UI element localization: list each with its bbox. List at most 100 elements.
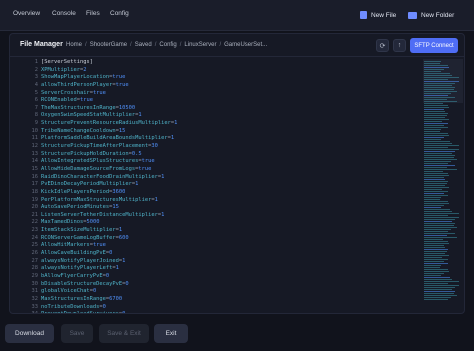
- config-key: AllowHitMarkers: [41, 242, 90, 249]
- minimap-line: [424, 91, 457, 93]
- minimap-line: [424, 65, 449, 67]
- minimap-line: [424, 155, 455, 157]
- new-folder-button[interactable]: New Folder: [408, 8, 454, 22]
- config-key: AllowIntegratedSPlusStructures: [41, 158, 139, 165]
- code-line[interactable]: MaxStructuresInRange=6700: [41, 296, 421, 304]
- code-line[interactable]: alwaysNotifyPlayerLeft=1: [41, 265, 421, 273]
- minimap-line: [424, 179, 446, 181]
- config-value: 1: [174, 120, 178, 127]
- code-line[interactable]: PvEDinoDecayPeriodMultiplier=1: [41, 181, 421, 189]
- code-editor[interactable]: 1 2 3 4 5 6 7 8 9 10 11 12 13 14 15 16 17 18 19 20 21 22 23 24 2…: [18, 59, 422, 313]
- breadcrumb-home[interactable]: Home: [66, 42, 82, 48]
- config-value: 15: [112, 204, 119, 211]
- breadcrumb-config[interactable]: Config: [159, 42, 176, 48]
- minimap-line: [424, 285, 459, 287]
- code-line[interactable]: KickIdlePlayersPeriod=3600: [41, 189, 421, 197]
- code-line[interactable]: ServerCrosshair=true: [41, 90, 421, 98]
- code-line[interactable]: PerPlatformMaxStructuresMultiplier=1: [41, 197, 421, 205]
- minimap-line: [424, 267, 440, 269]
- code-line[interactable]: allowThirdPersonPlayer=true: [41, 82, 421, 90]
- code-line[interactable]: AllowHitMarkers=true: [41, 242, 421, 250]
- minimap-line: [424, 117, 445, 119]
- file-icon: [360, 11, 367, 19]
- code-line[interactable]: StructurePickupTimeAfterPlacement=30: [41, 143, 421, 151]
- code-line[interactable]: StructurePickupHoldDuration=0.5: [41, 151, 421, 159]
- refresh-button[interactable]: ⟳: [376, 39, 389, 52]
- minimap-line: [424, 163, 449, 165]
- line-number: 24: [31, 234, 39, 241]
- config-value: 1: [122, 257, 126, 264]
- line-number: 11: [31, 135, 39, 142]
- minimap-line: [424, 81, 459, 83]
- save-button[interactable]: Save: [61, 324, 93, 343]
- code-line[interactable]: AllowIntegratedSPlusStructures=true: [41, 158, 421, 166]
- code-line[interactable]: ShowMapPlayerLocation=true: [41, 74, 421, 82]
- config-value: 30: [151, 143, 158, 150]
- minimap-line: [424, 299, 449, 301]
- minimap-line: [424, 187, 449, 189]
- code-line[interactable]: TheMaxStructuresInRange=10500: [41, 105, 421, 113]
- minimap-line: [424, 251, 447, 253]
- code-content[interactable]: [ServerSettings] XPMultiplier=2 ShowMapPla…: [41, 59, 421, 313]
- minimap-line: [424, 215, 449, 217]
- minimap-line: [424, 101, 457, 103]
- minimap-line: [424, 269, 449, 271]
- save-and-exit-button[interactable]: Save & Exit: [99, 324, 149, 343]
- tab-files[interactable]: Files: [86, 10, 100, 17]
- code-line[interactable]: noTributeDownloads=0: [41, 304, 421, 312]
- minimap-line: [424, 221, 452, 223]
- code-line[interactable]: [ServerSettings]: [41, 59, 421, 67]
- minimap-line: [424, 293, 454, 295]
- minimap-line: [424, 257, 442, 259]
- code-line[interactable]: ItemStackSizeMultiplier=1: [41, 227, 421, 235]
- code-line[interactable]: MaxTamedDinos=5000: [41, 219, 421, 227]
- editor-minimap[interactable]: [423, 59, 463, 313]
- code-line[interactable]: TribeNameChangeCooldown=15: [41, 128, 421, 136]
- config-key: MaxStructuresInRange: [41, 295, 106, 302]
- breadcrumb-current-file: GameUserSet...: [224, 42, 268, 48]
- config-value: 0: [109, 250, 113, 257]
- config-value: 1: [138, 112, 142, 119]
- config-value: 0: [125, 280, 129, 287]
- line-number: 15: [31, 165, 39, 172]
- code-line[interactable]: bAllowFlyerCarryPvE=0: [41, 273, 421, 281]
- code-line[interactable]: OxygenSwimSpeedStatMultiplier=1: [41, 112, 421, 120]
- code-line[interactable]: RCONServerGameLogBuffer=600: [41, 235, 421, 243]
- line-number: 32: [31, 295, 39, 302]
- config-value: 15: [118, 127, 126, 134]
- code-line[interactable]: StructurePreventResourceRadiusMultiplier…: [41, 120, 421, 128]
- line-number: 31: [31, 288, 39, 295]
- code-line[interactable]: RaidDinoCharacterFoodDrainMultiplier=1: [41, 174, 421, 182]
- new-file-button[interactable]: New File: [360, 8, 396, 22]
- code-line[interactable]: XPMultiplier=2: [41, 67, 421, 75]
- line-number: 28: [31, 265, 39, 272]
- breadcrumb-linuxserver[interactable]: LinuxServer: [184, 42, 216, 48]
- minimap-line: [424, 217, 459, 219]
- sftp-connect-button[interactable]: SFTP Connect: [410, 38, 458, 53]
- breadcrumb-shootergame[interactable]: ShooterGame: [90, 42, 127, 48]
- code-line[interactable]: ListenServerTetherDistanceMultiplier=1: [41, 212, 421, 220]
- line-number: 5: [34, 89, 38, 96]
- code-line[interactable]: globalVoiceChat=0: [41, 288, 421, 296]
- code-line[interactable]: RCONEnabled=true: [41, 97, 421, 105]
- code-line[interactable]: PlatformSaddleBuildAreaBoundsMultiplier=…: [41, 135, 421, 143]
- exit-button[interactable]: Exit: [154, 324, 188, 343]
- upload-button[interactable]: ↑: [393, 39, 406, 52]
- minimap-line: [424, 249, 449, 251]
- code-line[interactable]: AllowCaveBuildingPvE=0: [41, 250, 421, 258]
- line-number: 7: [34, 104, 38, 111]
- code-line[interactable]: bDisableStructureDecayPvE=0: [41, 281, 421, 289]
- line-number: 20: [31, 204, 39, 211]
- tab-overview[interactable]: Overview: [13, 10, 40, 17]
- config-value: 0: [105, 272, 110, 279]
- code-line[interactable]: AllowHideDamageSourceFromLogs=true: [41, 166, 421, 174]
- minimap-line: [424, 125, 444, 127]
- tab-config[interactable]: Config: [110, 10, 129, 17]
- tab-console[interactable]: Console: [52, 10, 76, 17]
- breadcrumb-saved[interactable]: Saved: [135, 42, 152, 48]
- code-line[interactable]: alwaysNotifyPlayerJoined=1: [41, 258, 421, 266]
- download-button[interactable]: Download: [5, 324, 54, 343]
- config-key: OxygenSwimSpeedStatMultiplier: [41, 112, 136, 119]
- code-line[interactable]: AutoSavePeriodMinutes=15: [41, 204, 421, 212]
- code-line[interactable]: PreventDownloadSurvivors=0: [41, 311, 421, 313]
